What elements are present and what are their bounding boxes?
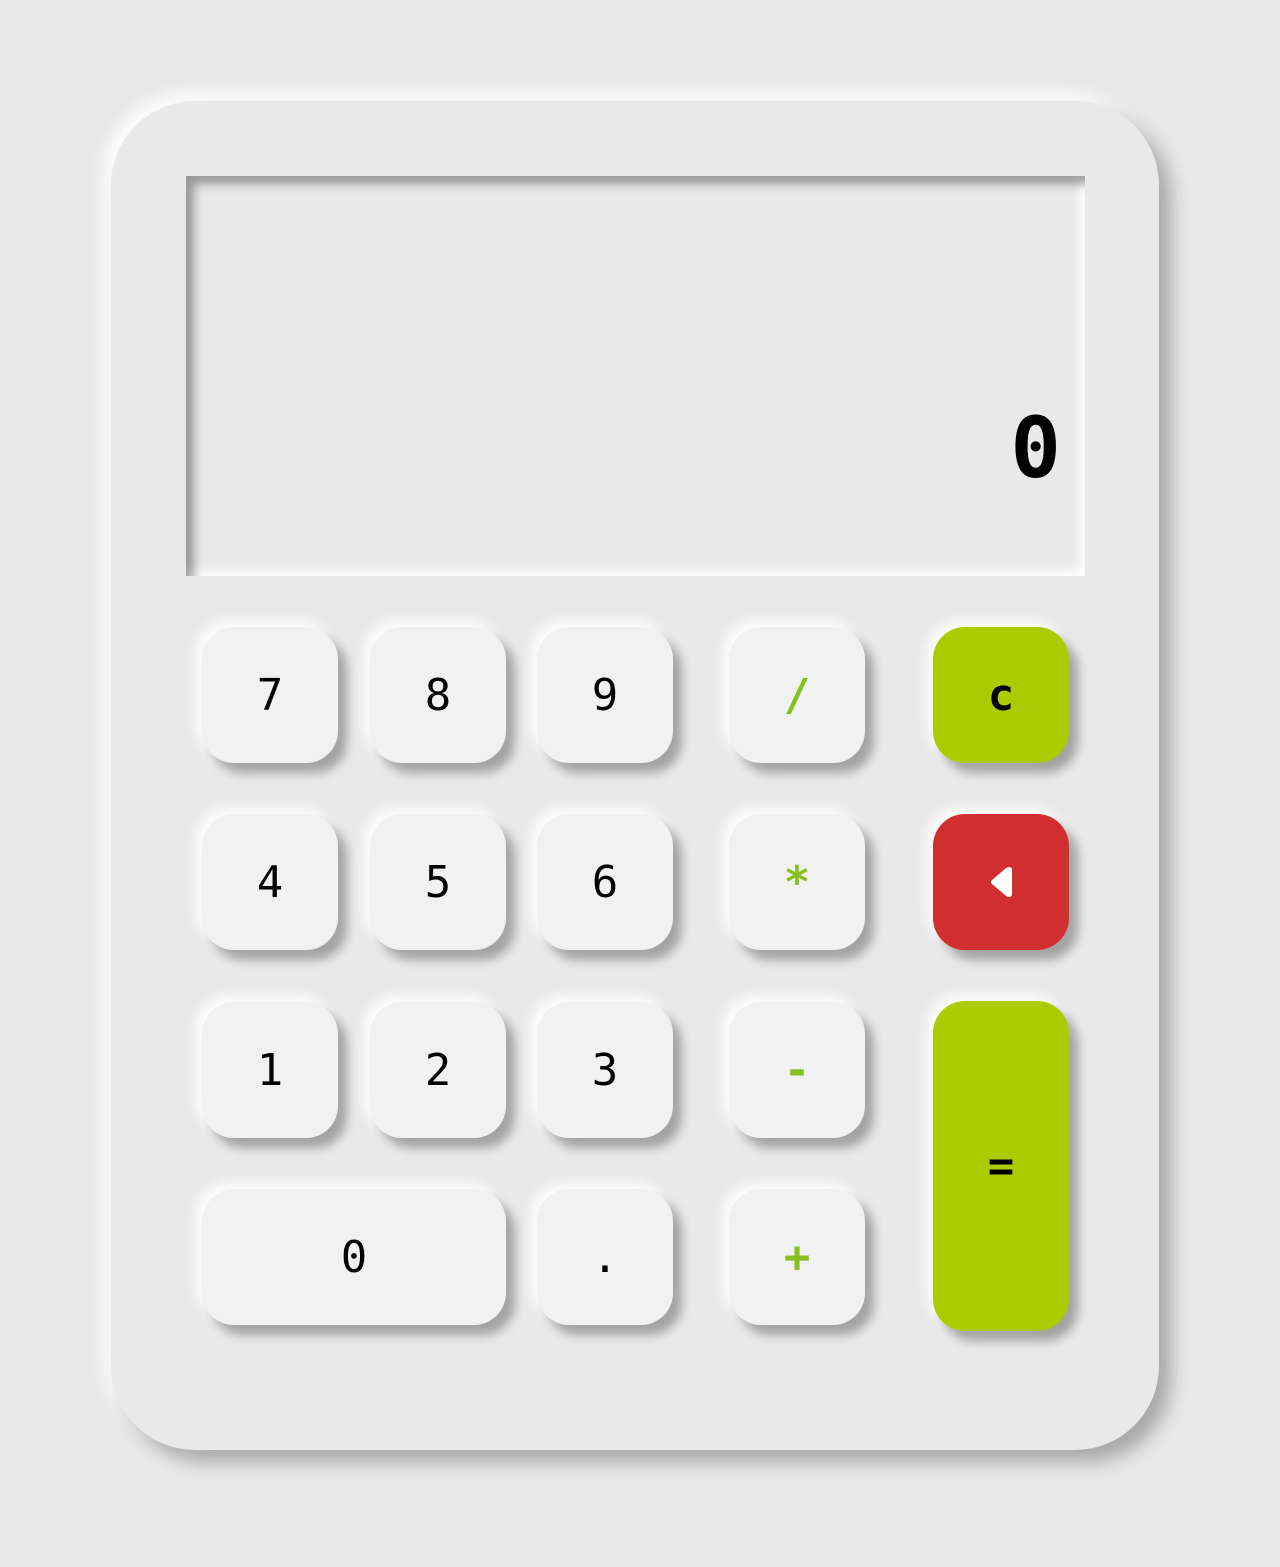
equals-button[interactable]: = bbox=[933, 1001, 1069, 1331]
key-7[interactable]: 7 bbox=[202, 627, 338, 763]
backspace-icon bbox=[991, 867, 1012, 897]
key-6[interactable]: 6 bbox=[537, 814, 673, 950]
key-0[interactable]: 0 bbox=[202, 1189, 506, 1325]
backspace-button[interactable] bbox=[933, 814, 1069, 950]
key-8[interactable]: 8 bbox=[370, 627, 506, 763]
add-button[interactable]: + bbox=[729, 1189, 865, 1325]
key-9[interactable]: 9 bbox=[537, 627, 673, 763]
key-4[interactable]: 4 bbox=[202, 814, 338, 950]
key-2[interactable]: 2 bbox=[370, 1002, 506, 1138]
divide-button[interactable]: / bbox=[729, 627, 865, 763]
key-3[interactable]: 3 bbox=[537, 1002, 673, 1138]
calculator-display: 0 bbox=[186, 176, 1085, 576]
key-5[interactable]: 5 bbox=[370, 814, 506, 950]
decimal-button[interactable]: . bbox=[537, 1189, 673, 1325]
display-value: 0 bbox=[1010, 399, 1061, 497]
clear-button[interactable]: c bbox=[933, 627, 1069, 763]
subtract-button[interactable]: - bbox=[729, 1002, 865, 1138]
multiply-button[interactable]: * bbox=[729, 814, 865, 950]
key-1[interactable]: 1 bbox=[202, 1002, 338, 1138]
